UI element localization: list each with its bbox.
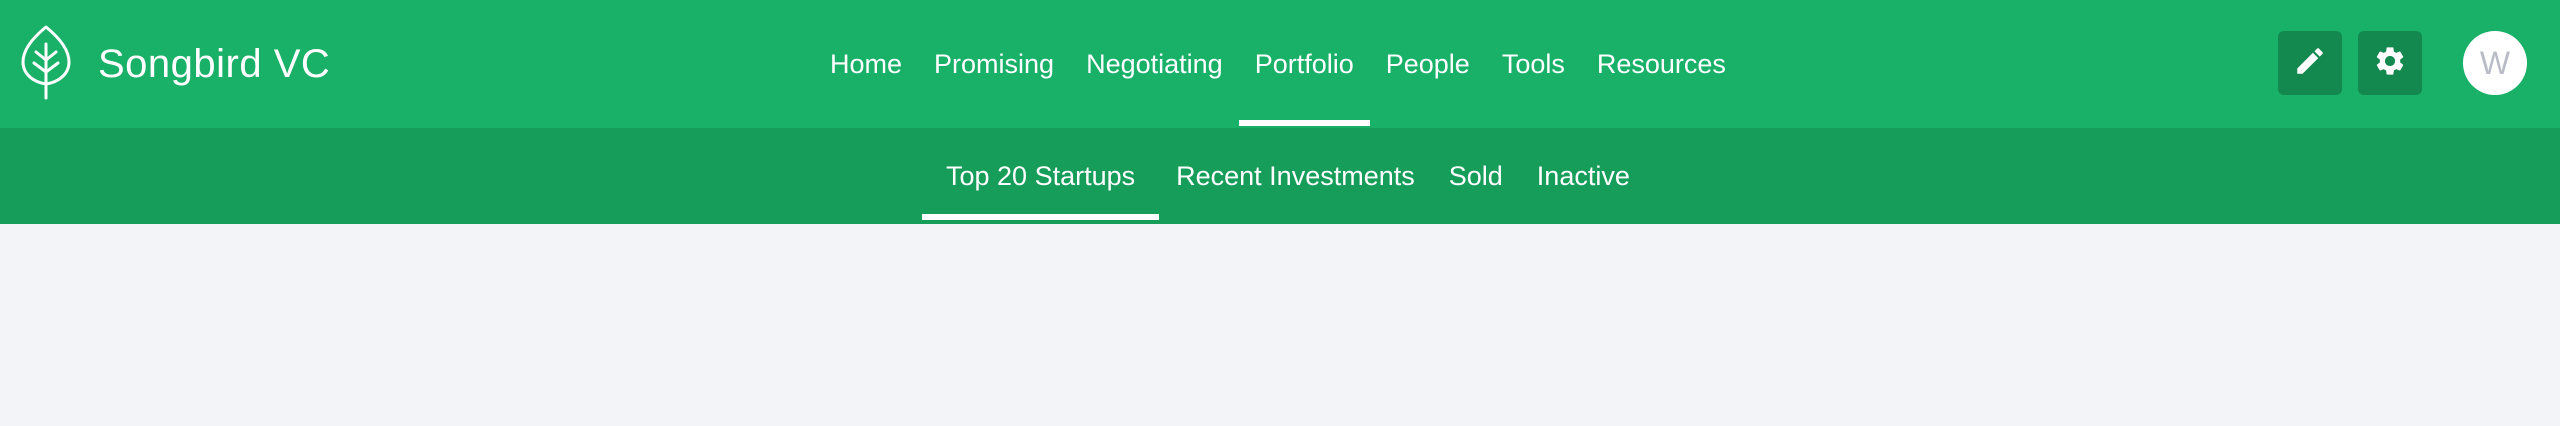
brand-logo[interactable]: Songbird VC [20,24,330,104]
nav-item-portfolio[interactable]: Portfolio [1238,0,1370,128]
sub-tab-inactive[interactable]: Inactive [1520,128,1647,224]
top-navigation-bar: Songbird VC Home Promising Negotiating P… [0,0,2560,128]
nav-item-resources[interactable]: Resources [1581,0,1742,128]
nav-item-tools[interactable]: Tools [1486,0,1581,128]
nav-item-people[interactable]: People [1370,0,1486,128]
nav-item-promising[interactable]: Promising [918,0,1070,128]
nav-item-negotiating[interactable]: Negotiating [1070,0,1239,128]
sub-tab-top-20-startups[interactable]: Top 20 Startups [922,128,1160,224]
gear-icon [2373,44,2407,83]
edit-button[interactable] [2278,31,2342,95]
main-content-area [0,224,2560,426]
avatar-initial: W [2479,44,2511,81]
sub-navigation-bar: Top 20 Startups Recent Investments Sold … [0,128,2560,224]
nav-item-home[interactable]: Home [814,0,918,128]
sub-tab-sold[interactable]: Sold [1432,128,1520,224]
settings-button[interactable] [2358,31,2422,95]
pencil-icon [2293,44,2327,83]
main-nav: Home Promising Negotiating Portfolio Peo… [814,0,1742,128]
sub-nav: Top 20 Startups Recent Investments Sold … [922,128,1647,224]
user-avatar[interactable]: W [2463,31,2527,95]
sub-tab-recent-investments[interactable]: Recent Investments [1159,128,1432,224]
brand-name: Songbird VC [98,41,331,86]
leaf-icon [20,24,72,105]
